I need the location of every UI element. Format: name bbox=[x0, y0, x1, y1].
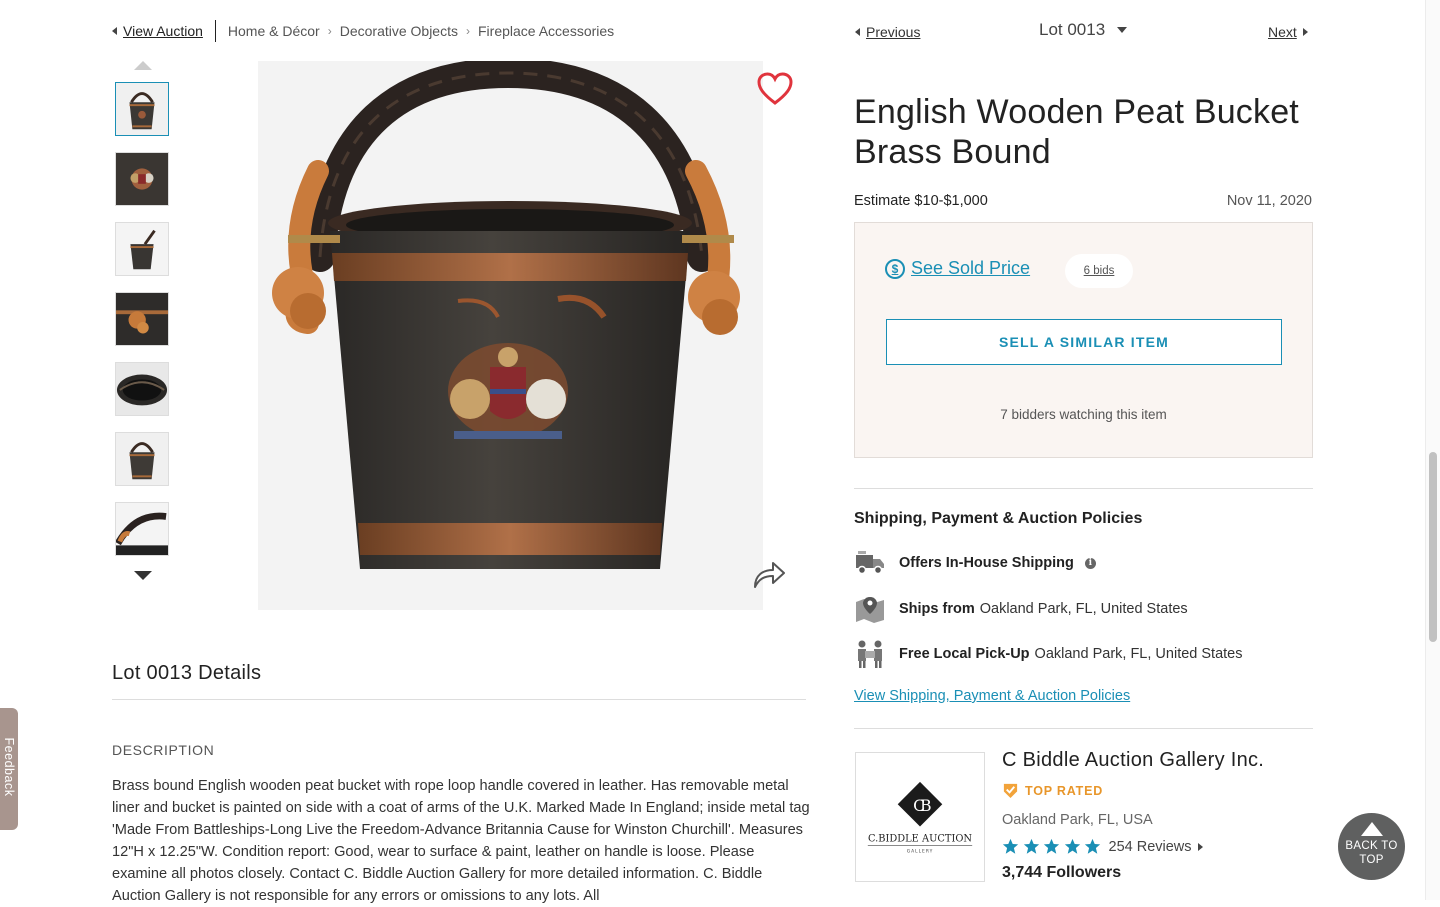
seller-location: Oakland Park, FL, USA bbox=[1002, 812, 1153, 828]
thumbnail-4[interactable] bbox=[115, 292, 169, 346]
share-icon[interactable] bbox=[751, 559, 787, 591]
thumbnail-1[interactable] bbox=[115, 82, 169, 136]
shipping-heading: Shipping, Payment & Auction Policies bbox=[854, 510, 1143, 527]
chevron-right-icon bbox=[1197, 842, 1203, 851]
ships-from-row: Ships from Oakland Park, FL, United Stat… bbox=[854, 594, 1188, 624]
cb-auction-logo-image: C B C.BIDDLE AUCTION GALLERY bbox=[856, 753, 984, 881]
chevron-down-icon bbox=[1117, 27, 1128, 33]
thumbnail-6[interactable] bbox=[115, 432, 169, 486]
coat-of-arms-thumbnail-image bbox=[116, 153, 168, 205]
breadcrumb-home-decor[interactable]: Home & Décor bbox=[228, 23, 320, 39]
star-icon bbox=[1064, 838, 1080, 854]
bucket-back-thumbnail-image bbox=[116, 433, 168, 485]
seller-logo[interactable]: C B C.BIDDLE AUCTION GALLERY bbox=[855, 752, 985, 882]
lot-selector-label: Lot 0013 bbox=[1039, 20, 1106, 39]
handle-thumbnail-image bbox=[116, 503, 168, 555]
thumbnails-down-arrow-icon[interactable] bbox=[134, 571, 152, 580]
lot-details-heading: Lot 0013 Details bbox=[112, 662, 262, 684]
feedback-label: Feedback bbox=[2, 737, 16, 797]
arrow-up-icon bbox=[1360, 822, 1383, 836]
logo-text-line1: C.BIDDLE AUCTION bbox=[868, 834, 972, 845]
auction-date: Nov 11, 2020 bbox=[1226, 193, 1312, 209]
ships-from-label: Ships from bbox=[899, 601, 975, 617]
details-divider bbox=[112, 699, 806, 700]
chevron-right-icon: › bbox=[466, 24, 470, 38]
main-product-image[interactable] bbox=[258, 61, 763, 610]
back-to-top-label: BACK TO TOP bbox=[1345, 840, 1398, 866]
scrollbar-thumb[interactable] bbox=[1429, 452, 1437, 642]
reviews-link[interactable]: 254 Reviews bbox=[1109, 839, 1203, 855]
breadcrumb-fireplace-accessories[interactable]: Fireplace Accessories bbox=[478, 23, 614, 39]
interior-thumbnail-image bbox=[116, 363, 168, 415]
bucket-side-thumbnail-image bbox=[116, 223, 168, 275]
thumbnail-3[interactable] bbox=[115, 222, 169, 276]
description-label: DESCRIPTION bbox=[112, 742, 215, 758]
shipping-divider bbox=[854, 488, 1313, 489]
chevron-right-icon: › bbox=[327, 24, 332, 38]
top-rated-badge-icon bbox=[1003, 783, 1018, 799]
in-house-shipping-row: Offers In-House Shipping i bbox=[854, 548, 1096, 578]
sell-similar-item-button[interactable]: SELL A SIMILAR ITEM bbox=[886, 319, 1282, 365]
star-icon bbox=[1043, 838, 1060, 854]
thumbnails-up-arrow-icon[interactable] bbox=[134, 61, 152, 70]
local-pickup-row: Free Local Pick-Up Oakland Park, FL, Uni… bbox=[854, 639, 1242, 669]
thumbnail-2[interactable] bbox=[115, 152, 169, 206]
breadcrumb: View Auction Home & Décor › Decorative O… bbox=[112, 20, 614, 42]
reviews-count: 254 Reviews bbox=[1108, 838, 1192, 855]
scrollbar-track[interactable] bbox=[1425, 0, 1440, 900]
star-icon bbox=[1084, 838, 1101, 854]
estimate-text: Estimate $10-$1,000 bbox=[854, 193, 988, 209]
item-title: English Wooden Peat Bucket Brass Bound bbox=[854, 93, 1299, 171]
top-rated-label: TOP RATED bbox=[1025, 783, 1104, 798]
chevron-right-icon bbox=[1302, 28, 1308, 36]
pickup-value: Oakland Park, FL, United States bbox=[1034, 646, 1243, 662]
previous-label: Previous bbox=[866, 24, 921, 40]
info-icon[interactable]: i bbox=[1084, 557, 1096, 569]
previous-lot-link[interactable]: Previous bbox=[855, 24, 920, 40]
pickup-label: Free Local Pick-Up bbox=[899, 646, 1030, 662]
breadcrumb-divider bbox=[214, 20, 216, 42]
in-house-shipping-label: Offers In-House Shipping bbox=[899, 555, 1074, 571]
seller-divider bbox=[854, 728, 1313, 729]
view-auction-link[interactable]: View Auction bbox=[112, 23, 203, 39]
next-lot-link[interactable]: Next bbox=[1268, 24, 1308, 40]
star-icon bbox=[1023, 838, 1039, 854]
rope-detail-thumbnail-image bbox=[116, 293, 168, 345]
peat-bucket-illustration bbox=[258, 61, 763, 610]
lot-selector-dropdown[interactable]: Lot 0013 bbox=[1039, 20, 1128, 40]
see-sold-price-link[interactable]: $ See Sold Price bbox=[885, 258, 1030, 279]
bids-count-link[interactable]: 6 bids bbox=[1065, 254, 1133, 288]
chevron-left-icon bbox=[112, 27, 117, 35]
breadcrumb-decorative-objects[interactable]: Decorative Objects bbox=[340, 23, 458, 39]
svg-text:B: B bbox=[920, 796, 932, 815]
next-label: Next bbox=[1268, 24, 1297, 40]
top-rated-badge: TOP RATED bbox=[1002, 782, 1103, 799]
view-auction-label: View Auction bbox=[123, 23, 203, 39]
map-pin-icon bbox=[856, 597, 884, 623]
seller-rating: 254 Reviews bbox=[1002, 838, 1203, 855]
description-text: Brass bound English wooden peat bucket w… bbox=[112, 778, 810, 904]
pickup-people-icon bbox=[858, 640, 882, 668]
followers-count: 3,744 Followers bbox=[1002, 864, 1122, 881]
thumbnail-5[interactable] bbox=[115, 362, 169, 416]
bucket-thumbnail-image bbox=[116, 83, 168, 135]
back-to-top-button[interactable]: BACK TO TOP bbox=[1338, 813, 1405, 880]
logo-text-line2: GALLERY bbox=[907, 848, 934, 854]
truck-icon bbox=[856, 551, 884, 575]
watching-count-text: 7 bidders watching this item bbox=[1000, 407, 1167, 422]
dollar-circle-icon: $ bbox=[885, 258, 905, 279]
feedback-tab[interactable]: Feedback bbox=[0, 708, 18, 830]
favorite-heart-icon[interactable] bbox=[757, 72, 793, 106]
thumbnail-7[interactable] bbox=[115, 502, 169, 556]
view-policies-link[interactable]: View Shipping, Payment & Auction Policie… bbox=[854, 688, 1130, 704]
chevron-left-icon bbox=[855, 28, 860, 36]
star-icon bbox=[1002, 838, 1019, 854]
see-sold-price-label: See Sold Price bbox=[911, 258, 1031, 278]
ships-from-value: Oakland Park, FL, United States bbox=[979, 601, 1188, 617]
seller-name-link[interactable]: C Biddle Auction Gallery Inc. bbox=[1002, 749, 1264, 772]
